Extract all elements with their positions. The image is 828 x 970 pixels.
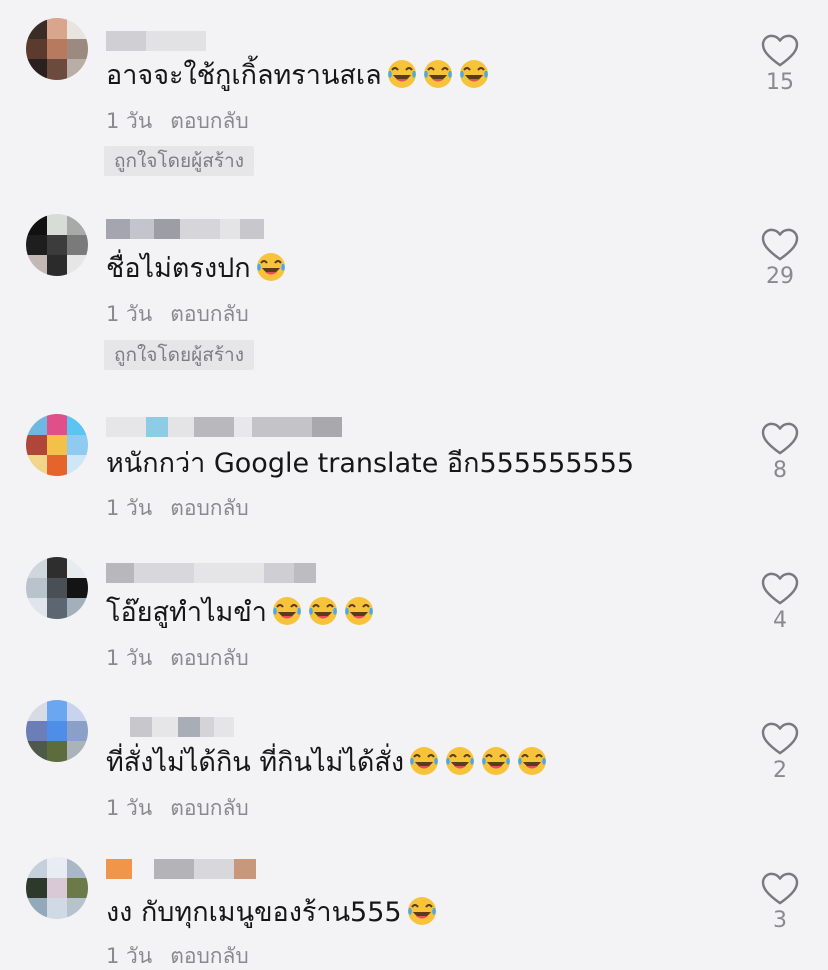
- comment-body: งง กับทุกเมนูของร้าน555: [106, 897, 402, 928]
- heart-outline-icon: [761, 228, 799, 262]
- heart-outline-icon: [761, 422, 799, 456]
- timestamp: 1 วัน: [106, 109, 153, 133]
- face-with-tears-of-joy-icon: [408, 745, 440, 777]
- heart-outline-icon: [761, 34, 799, 68]
- like-count: 2: [773, 758, 787, 783]
- liked-by-creator-badge: ถูกใจโดยผู้สร้าง: [104, 340, 254, 370]
- username-blurred[interactable]: [106, 30, 206, 52]
- username-blurred[interactable]: [106, 218, 264, 240]
- timestamp: 1 วัน: [106, 302, 153, 326]
- face-with-tears-of-joy-icon: [422, 58, 454, 90]
- timestamp: 1 วัน: [106, 944, 153, 968]
- like-count: 29: [766, 264, 794, 289]
- comment-body: ชื่อไม่ตรงปก: [106, 253, 251, 284]
- face-with-tears-of-joy-icon: [343, 595, 375, 627]
- comment-meta: 1 วัน ตอบกลับ: [106, 494, 249, 522]
- username-blurred[interactable]: [106, 716, 234, 738]
- avatar[interactable]: [26, 18, 88, 80]
- reply-button[interactable]: ตอบกลับ: [170, 794, 249, 822]
- timestamp: 1 วัน: [106, 646, 153, 670]
- username-blurred[interactable]: [106, 416, 342, 438]
- comment-meta: 1 วัน ตอบกลับ: [106, 794, 249, 822]
- face-with-tears-of-joy-icon: [516, 745, 548, 777]
- comment-body: อาจจะใช้กูเกิ้ลทรานสเล: [106, 60, 382, 91]
- comment-body: หนักกว่า Google translate อีก555555555: [106, 448, 635, 479]
- face-with-tears-of-joy-icon: [406, 895, 438, 927]
- like-count: 4: [773, 608, 787, 633]
- avatar[interactable]: [26, 700, 88, 762]
- comment-meta: 1 วัน ตอบกลับ: [106, 942, 249, 970]
- like-button[interactable]: 4: [757, 572, 803, 633]
- comment-meta: 1 วัน ตอบกลับ: [106, 644, 249, 672]
- comment-body: ที่สั่งไม่ได้กิน ที่กินไม่ได้สั่ง: [106, 747, 405, 778]
- comment-meta: 1 วัน ตอบกลับ: [106, 107, 249, 135]
- like-count: 8: [773, 458, 787, 483]
- comment-text: งง กับทุกเมนูของร้าน555: [106, 895, 438, 931]
- like-button[interactable]: 2: [757, 722, 803, 783]
- comment-text: ที่สั่งไม่ได้กิน ที่กินไม่ได้สั่ง: [106, 745, 548, 781]
- heart-outline-icon: [761, 722, 799, 756]
- username-blurred[interactable]: [106, 562, 316, 584]
- comment-text: โอ๊ยสูทำไมขำ: [106, 595, 375, 631]
- face-with-tears-of-joy-icon: [255, 251, 287, 283]
- reply-button[interactable]: ตอบกลับ: [170, 644, 249, 672]
- avatar[interactable]: [26, 557, 88, 619]
- heart-outline-icon: [761, 572, 799, 606]
- comment-text: อาจจะใช้กูเกิ้ลทรานสเล: [106, 58, 490, 94]
- avatar[interactable]: [26, 857, 88, 919]
- reply-button[interactable]: ตอบกลับ: [170, 494, 249, 522]
- username-blurred[interactable]: [106, 858, 256, 880]
- like-button[interactable]: 3: [757, 872, 803, 933]
- face-with-tears-of-joy-icon: [480, 745, 512, 777]
- face-with-tears-of-joy-icon: [444, 745, 476, 777]
- like-button[interactable]: 29: [757, 228, 803, 289]
- like-button[interactable]: 15: [757, 34, 803, 95]
- reply-button[interactable]: ตอบกลับ: [170, 300, 249, 328]
- comment-text: ชื่อไม่ตรงปก: [106, 251, 287, 287]
- reply-button[interactable]: ตอบกลับ: [170, 107, 249, 135]
- timestamp: 1 วัน: [106, 796, 153, 820]
- avatar[interactable]: [26, 214, 88, 276]
- avatar[interactable]: [26, 414, 88, 476]
- liked-by-creator-badge: ถูกใจโดยผู้สร้าง: [104, 146, 254, 176]
- face-with-tears-of-joy-icon: [271, 595, 303, 627]
- timestamp: 1 วัน: [106, 496, 153, 520]
- face-with-tears-of-joy-icon: [386, 58, 418, 90]
- like-count: 3: [773, 908, 787, 933]
- reply-button[interactable]: ตอบกลับ: [170, 942, 249, 970]
- face-with-tears-of-joy-icon: [458, 58, 490, 90]
- comment-meta: 1 วัน ตอบกลับ: [106, 300, 249, 328]
- face-with-tears-of-joy-icon: [307, 595, 339, 627]
- comment-body: โอ๊ยสูทำไมขำ: [106, 597, 267, 628]
- like-count: 15: [766, 70, 794, 95]
- heart-outline-icon: [761, 872, 799, 906]
- comment-text: หนักกว่า Google translate อีก555555555: [106, 446, 634, 482]
- like-button[interactable]: 8: [757, 422, 803, 483]
